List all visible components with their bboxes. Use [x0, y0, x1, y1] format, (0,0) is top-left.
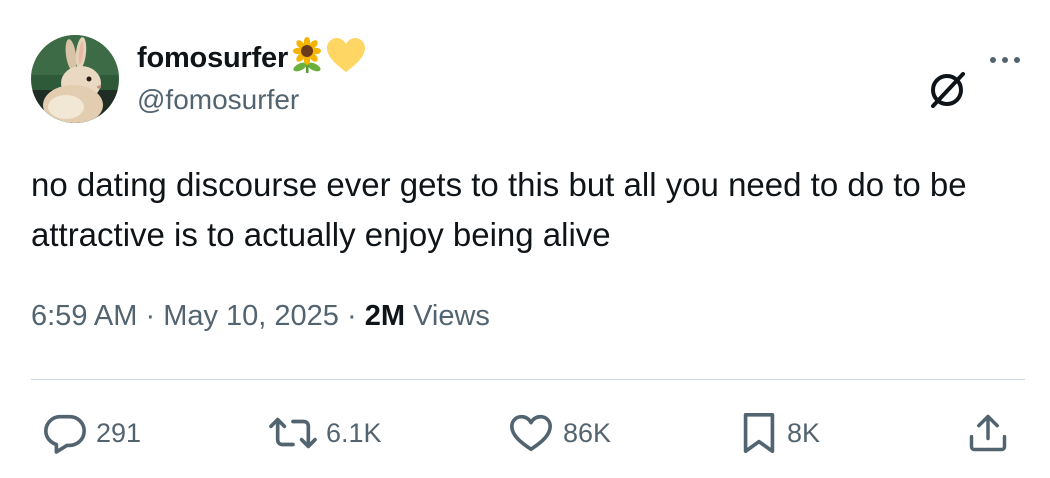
bookmark-count: 8K — [787, 417, 821, 448]
tweet-card: fomosurfer @fomosurfer no dating discour… — [0, 0, 1050, 478]
repost-icon — [268, 410, 318, 456]
tweet-meta: 6:59 AM · May 10, 2025 · 2M Views — [31, 300, 490, 333]
author-name-row: fomosurfer — [137, 36, 366, 80]
share-icon — [966, 410, 1010, 456]
heart-icon — [507, 410, 555, 456]
like-button[interactable]: 86K — [507, 408, 611, 458]
divider — [31, 379, 1025, 380]
sunflower-emoji — [290, 36, 324, 80]
like-count: 86K — [563, 417, 612, 448]
more-icon[interactable] — [985, 50, 1025, 70]
action-bar: 291 6.1K 86K 8K — [0, 408, 1050, 458]
bunny-avatar-image — [31, 35, 119, 123]
avatar[interactable] — [31, 35, 119, 123]
repost-count: 6.1K — [326, 417, 382, 448]
share-button[interactable] — [966, 408, 1010, 458]
reply-count: 291 — [96, 417, 142, 448]
tweet-date[interactable]: May 10, 2025 — [163, 300, 339, 332]
reply-icon — [42, 410, 88, 456]
reply-button[interactable]: 291 — [42, 408, 141, 458]
yellow-heart-emoji — [326, 37, 366, 79]
meta-separator: · — [347, 300, 357, 332]
views-count: 2M — [364, 300, 406, 332]
tweet-text: no dating discourse ever gets to this bu… — [31, 166, 967, 253]
repost-button[interactable]: 6.1K — [268, 408, 382, 458]
grok-icon[interactable] — [925, 68, 969, 112]
meta-separator: · — [145, 300, 156, 332]
display-name[interactable]: fomosurfer — [137, 42, 288, 75]
views-label: Views — [413, 300, 490, 332]
tweet-time[interactable]: 6:59 AM — [31, 300, 137, 332]
bookmark-button[interactable]: 8K — [739, 408, 820, 458]
bookmark-icon — [739, 410, 779, 456]
author-handle[interactable]: @fomosurfer — [137, 84, 299, 116]
